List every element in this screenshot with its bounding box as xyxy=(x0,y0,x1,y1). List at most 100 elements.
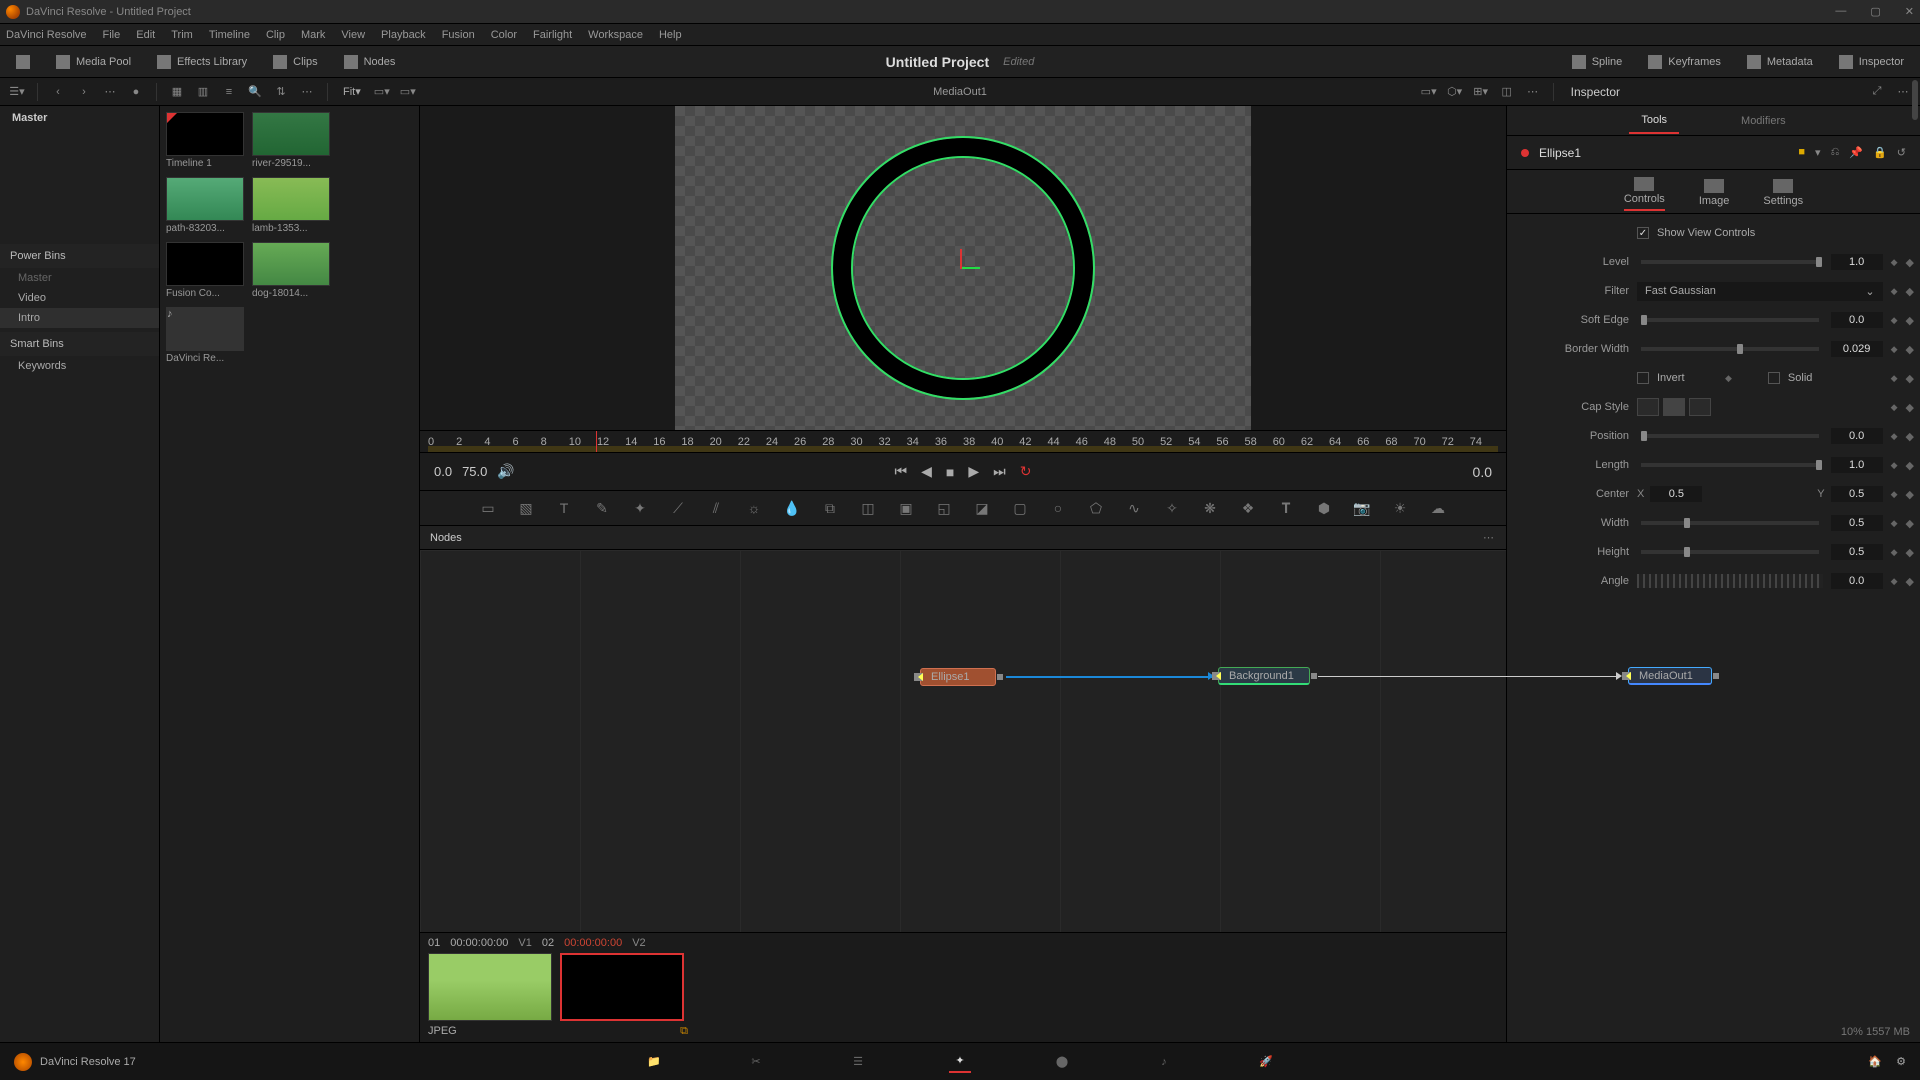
keyframe-icon[interactable]: ◆ xyxy=(1906,575,1914,588)
subtab-image[interactable]: Image xyxy=(1699,179,1730,211)
keyframe-icon[interactable]: ◆ xyxy=(1891,402,1898,413)
node-name[interactable]: Ellipse1 xyxy=(1539,146,1581,160)
more-icon-2[interactable]: ⋯ xyxy=(298,83,316,101)
go-start-icon[interactable]: ⏮ xyxy=(895,463,908,480)
ellipse-mask-icon[interactable]: ○ xyxy=(1048,498,1068,518)
border-value[interactable]: 0.029 xyxy=(1831,341,1883,357)
node-graph[interactable]: Ellipse1 Background1 MediaOut1 xyxy=(420,550,1506,932)
grid-view-icon[interactable]: ▦ xyxy=(168,83,186,101)
search-icon[interactable]: 🔍 xyxy=(246,83,264,101)
bin-item[interactable]: Master xyxy=(0,268,159,288)
colorcorrect-tool-icon[interactable]: ⫽ xyxy=(706,498,726,518)
smart-bins-header[interactable]: Smart Bins xyxy=(0,332,159,356)
media-item[interactable]: river-29519... xyxy=(252,112,330,169)
filter-dropdown[interactable]: Fast Gaussian⌄ xyxy=(1637,282,1883,301)
menu-item[interactable]: Clip xyxy=(266,29,285,41)
metadata-button[interactable]: Metadata xyxy=(1739,52,1821,72)
go-end-icon[interactable]: ⏭ xyxy=(993,463,1006,480)
bin-item[interactable]: Keywords xyxy=(0,356,159,376)
keyframe-icon[interactable]: ◆ xyxy=(1891,576,1898,587)
bin-item[interactable]: Intro xyxy=(0,308,159,328)
fit-dropdown[interactable]: Fit▾ xyxy=(339,85,365,98)
keyframes-button[interactable]: Keyframes xyxy=(1640,52,1729,72)
page-fairlight[interactable]: ♪ xyxy=(1153,1051,1175,1073)
more-icon-3[interactable]: ⋯ xyxy=(1524,83,1542,101)
keyframe-icon[interactable]: ◆ xyxy=(1906,401,1914,414)
media-item[interactable]: Timeline 1 xyxy=(166,112,244,169)
stop-icon[interactable]: ■ xyxy=(946,464,954,480)
page-cut[interactable]: ✂ xyxy=(745,1051,767,1073)
menu-item[interactable]: DaVinci Resolve xyxy=(6,29,87,41)
paint-tool-icon[interactable]: ✎ xyxy=(592,498,612,518)
keyframe-icon[interactable]: ◆ xyxy=(1906,430,1914,443)
polygon-mask-icon[interactable]: ⬠ xyxy=(1086,498,1106,518)
keyframe-icon[interactable]: ◆ xyxy=(1891,460,1898,471)
viewer-mode-icon-2[interactable]: ▭▾ xyxy=(399,83,417,101)
keyframe-icon[interactable]: ◆ xyxy=(1891,547,1898,558)
versions-icon[interactable]: ⎌ xyxy=(1831,146,1840,159)
length-value[interactable]: 1.0 xyxy=(1831,457,1883,473)
tracker-tool-icon[interactable]: ✦ xyxy=(630,498,650,518)
menu-item[interactable]: Timeline xyxy=(209,29,250,41)
softedge-slider[interactable] xyxy=(1641,318,1819,322)
prender-tool-icon[interactable]: ❋ xyxy=(1200,498,1220,518)
list-view-icon[interactable]: ≡ xyxy=(220,83,238,101)
keyframe-icon[interactable]: ◆ xyxy=(1906,285,1914,298)
keyframe-icon[interactable]: ◆ xyxy=(1906,314,1914,327)
position-value[interactable]: 0.0 xyxy=(1831,428,1883,444)
text-tool-icon[interactable]: T xyxy=(554,498,574,518)
background-tool-icon[interactable]: ▭ xyxy=(478,498,498,518)
keyframe-icon[interactable]: ◆ xyxy=(1906,343,1914,356)
keyframe-icon[interactable]: ◆ xyxy=(1906,546,1914,559)
bin-item[interactable]: Video xyxy=(0,288,159,308)
clip-thumb-selected[interactable] xyxy=(560,953,684,1021)
fastnoise-tool-icon[interactable]: ▧ xyxy=(516,498,536,518)
media-item[interactable]: dog-18014... xyxy=(252,242,330,299)
angle-dial[interactable] xyxy=(1637,574,1823,588)
level-slider[interactable] xyxy=(1641,260,1819,264)
menu-item[interactable]: File xyxy=(103,29,121,41)
bspline-mask-icon[interactable]: ∿ xyxy=(1124,498,1144,518)
keyframe-icon[interactable]: ◆ xyxy=(1891,431,1898,442)
transform-tool-icon[interactable]: ◫ xyxy=(858,498,878,518)
media-item[interactable]: Fusion Co... xyxy=(166,242,244,299)
menu-item[interactable]: Mark xyxy=(301,29,325,41)
library-icon[interactable] xyxy=(8,52,38,72)
node-mediaout[interactable]: MediaOut1 xyxy=(1628,667,1712,685)
tab-tools[interactable]: Tools xyxy=(1629,108,1679,134)
spline-button[interactable]: Spline xyxy=(1564,52,1631,72)
center-gizmo[interactable] xyxy=(948,253,978,283)
node-ellipse[interactable]: Ellipse1 xyxy=(920,668,996,686)
media-item[interactable]: path-83203... xyxy=(166,177,244,234)
viewer-mode-icon[interactable]: ▭▾ xyxy=(373,83,391,101)
menu-item[interactable]: Edit xyxy=(136,29,155,41)
channel-tool-icon[interactable]: ◪ xyxy=(972,498,992,518)
back-icon[interactable]: ‹ xyxy=(49,83,67,101)
viewer[interactable] xyxy=(420,106,1506,430)
node-background[interactable]: Background1 xyxy=(1218,667,1310,685)
grid-icon[interactable]: ⊞▾ xyxy=(1472,83,1490,101)
scrollbar[interactable] xyxy=(1912,80,1918,120)
camera-tool-icon[interactable]: 📷 xyxy=(1352,498,1372,518)
length-slider[interactable] xyxy=(1641,463,1819,467)
expand-icon[interactable]: ⤢ xyxy=(1868,83,1886,101)
light-tool-icon[interactable]: ☀ xyxy=(1390,498,1410,518)
keyframe-icon[interactable]: ◆ xyxy=(1891,344,1898,355)
chevron-down-icon[interactable]: ▾ xyxy=(1815,146,1821,159)
sort-icon[interactable]: ⇅ xyxy=(272,83,290,101)
time-ruler[interactable]: 0246810121416182022242628303234363840424… xyxy=(420,430,1506,452)
loop-icon[interactable]: ↻ xyxy=(1020,463,1032,480)
page-deliver[interactable]: 🚀 xyxy=(1255,1051,1277,1073)
show-view-controls-check[interactable] xyxy=(1637,227,1649,239)
split-icon[interactable]: ◫ xyxy=(1498,83,1516,101)
brightness-tool-icon[interactable]: ☼ xyxy=(744,498,764,518)
keyframe-icon[interactable]: ◆ xyxy=(1906,459,1914,472)
page-fusion[interactable]: ✦ xyxy=(949,1051,971,1073)
tab-modifiers[interactable]: Modifiers xyxy=(1729,109,1798,133)
roi-icon[interactable]: ⬡▾ xyxy=(1446,83,1464,101)
play-icon[interactable]: ▶ xyxy=(968,463,979,480)
range-start[interactable]: 0.0 xyxy=(434,464,452,479)
height-value[interactable]: 0.5 xyxy=(1831,544,1883,560)
nodes-button[interactable]: Nodes xyxy=(336,52,404,72)
clips-button[interactable]: Clips xyxy=(265,52,325,72)
